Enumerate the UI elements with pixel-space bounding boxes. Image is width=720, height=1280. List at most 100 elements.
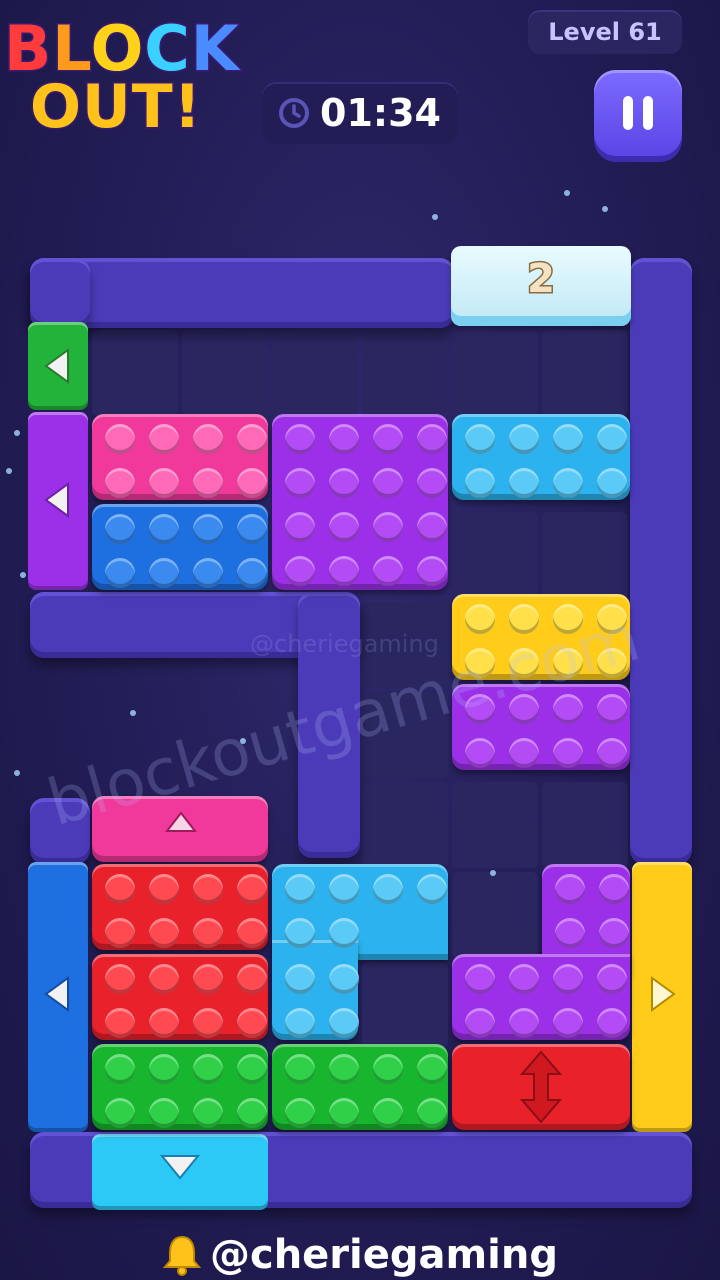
block-stud [193,964,223,994]
block-stud [105,1054,135,1084]
block-stud [149,1008,179,1038]
block-stud [237,1008,267,1038]
frozen-block: 2 [451,246,631,326]
board-cell [272,330,358,416]
block-stud [105,468,135,498]
timer: 01:34 [262,82,458,144]
block-stud [599,918,629,948]
block-stud [417,512,447,542]
board-cell [542,330,628,416]
block-stud [465,468,495,498]
frozen-counter: 2 [526,255,557,304]
block-stud [417,424,447,454]
block-stud [553,468,583,498]
block-stud [329,918,359,948]
block-stud [553,424,583,454]
board-cell [452,512,538,598]
block-stud [149,874,179,904]
block-stud [329,1008,359,1038]
sparkle [14,770,20,776]
arrow-up-icon [164,811,198,832]
block-stud [193,558,223,588]
block-stud [329,1098,359,1128]
arrow-left-icon [44,976,69,1012]
block-stud [553,1008,583,1038]
block-stud [237,558,267,588]
block-stud [193,514,223,544]
block-stud [597,694,627,724]
block-stud [555,918,585,948]
block-stud [597,738,627,768]
exit-gate-yellow [632,862,692,1132]
block-stud [237,874,267,904]
board-cell [452,872,538,958]
sparkle [602,206,608,212]
block-stud [285,964,315,994]
block-stud [193,424,223,454]
sparkle [130,710,136,716]
pause-button[interactable] [594,70,682,156]
block-stud [417,1098,447,1128]
block-stud [417,468,447,498]
sparkle [432,214,438,220]
block-stud [329,1054,359,1084]
watermark-handle: @cheriegaming [250,630,439,658]
block-stud [285,424,315,454]
block-stud [237,468,267,498]
block-stud [237,424,267,454]
block-stud [285,1098,315,1128]
block-stud [509,1008,539,1038]
board-cell [452,330,538,416]
exit-gate-green [28,322,88,410]
block-stud [373,1098,403,1128]
sparkle [490,870,496,876]
block-stud [417,874,447,904]
footer-handle: @cheriegaming [209,1232,558,1278]
board-cell [182,330,268,416]
block-stud [329,468,359,498]
block-stud [285,556,315,586]
bell-icon [162,1235,202,1276]
board-cell [452,782,538,868]
game-logo: BLOCK OUT! [0,0,265,150]
block-stud [105,964,135,994]
block-stud [105,424,135,454]
block-stud [193,874,223,904]
block-stud [417,556,447,586]
block-stud [373,556,403,586]
block-stud [285,512,315,542]
block-stud [373,1054,403,1084]
block-stud [105,514,135,544]
block-stud [193,468,223,498]
sparkle [20,572,26,578]
arrow-down-icon [159,1155,201,1180]
block-stud [105,558,135,588]
board-cell [542,512,628,598]
block-stud [373,424,403,454]
block-red-vertical-mover[interactable] [452,1044,630,1130]
level-indicator: Level 61 [528,10,682,54]
block-stud [597,964,627,994]
block-stud [285,468,315,498]
block-stud [237,918,267,948]
block-stud [149,918,179,948]
sparkle [564,190,570,196]
block-stud [509,738,539,768]
block-stud [285,1008,315,1038]
block-stud [509,424,539,454]
block-stud [237,964,267,994]
block-stud [553,738,583,768]
arrow-left-icon [44,348,69,384]
block-stud [465,1008,495,1038]
block-stud [465,424,495,454]
block-stud [149,964,179,994]
logo-line-2: OUT! [28,71,203,144]
block-stud [193,1098,223,1128]
block-stud [329,512,359,542]
sparkle [240,738,246,744]
footer: @cheriegaming [0,1232,720,1278]
block-stud [105,918,135,948]
up-down-arrow-icon [519,1050,563,1124]
block-stud [329,424,359,454]
wall-right [630,258,692,864]
